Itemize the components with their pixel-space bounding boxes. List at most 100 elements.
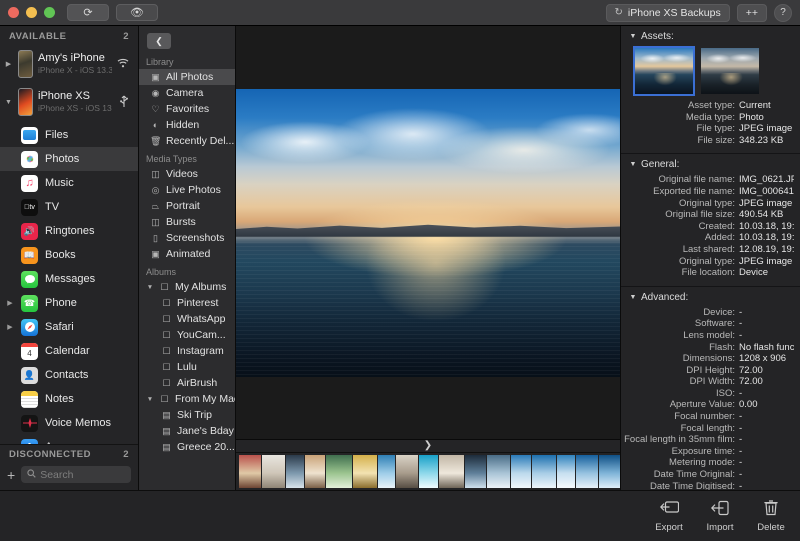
property-row: File size: 348.23 KB [621, 135, 794, 147]
asset-thumbnail-current[interactable] [635, 48, 693, 94]
sidebar-item-contacts[interactable]: 👤 Contacts [0, 363, 138, 387]
disclosure-triangle[interactable]: ▼ [146, 396, 154, 403]
album-item-all-photos[interactable]: ▣ All Photos [139, 69, 235, 85]
disclosure-triangle[interactable]: ▼ [629, 161, 637, 168]
help-button[interactable]: ? [774, 4, 792, 22]
sidebar-item-apps[interactable]: A Apps [0, 435, 138, 444]
album-item-ski-trip[interactable]: ▤ Ski Trip [139, 407, 235, 423]
album-group-title: Library [139, 52, 235, 69]
disclosure-triangle[interactable]: ▶ [6, 323, 14, 331]
thumbnail-item[interactable] [353, 455, 377, 488]
close-window-button[interactable] [8, 7, 19, 18]
thumbnail-item[interactable] [487, 455, 510, 488]
thumbnail-item[interactable] [599, 455, 620, 488]
album-item-label: Lulu [177, 361, 197, 373]
album-item-instagram[interactable]: ☐ Instagram [139, 343, 235, 359]
thumbnail-item[interactable] [378, 455, 395, 488]
album-item-animated[interactable]: ▣ Animated [139, 246, 235, 262]
thumbnail-item[interactable] [419, 455, 438, 488]
device-list: ▶ Amy's iPhone iPhone X - iOS 13.3.1 ▼ i… [0, 45, 138, 444]
export-button[interactable]: Export [652, 500, 686, 533]
info-panel: ▼ Assets: [620, 26, 800, 490]
refresh-icon[interactable]: ⟳ [67, 4, 109, 21]
thumbnail-item[interactable] [239, 455, 261, 488]
thumbnail-item[interactable] [396, 455, 418, 488]
back-button[interactable]: ❮ [147, 33, 171, 49]
album-item-my-albums[interactable]: ▼ ☐ My Albums [139, 279, 235, 295]
album-item-janes-bday[interactable]: ▤ Jane's Bday [139, 423, 235, 439]
sidebar-item-phone[interactable]: ▶ ☎ Phone [0, 291, 138, 315]
thumbnail-item[interactable] [557, 455, 575, 488]
thumbnail-item[interactable] [532, 455, 556, 488]
disclosure-triangle[interactable]: ▶ [4, 60, 13, 68]
album-item-bursts[interactable]: ◫ Bursts [139, 214, 235, 230]
sidebar-item-notes[interactable]: Notes [0, 387, 138, 411]
album-item-lulu[interactable]: ☐ Lulu [139, 359, 235, 375]
minimize-window-button[interactable] [26, 7, 37, 18]
album-item-greece[interactable]: ▤ Greece 20... [139, 439, 235, 455]
disclosure-triangle[interactable]: ▼ [4, 99, 13, 106]
sidebar-item-messages[interactable]: Messages [0, 267, 138, 291]
backups-button[interactable]: ↻ iPhone XS Backups [606, 4, 730, 22]
album-item-live-photos[interactable]: ◎ Live Photos [139, 182, 235, 198]
animated-icon: ▣ [150, 249, 161, 260]
thumbnail-item[interactable] [326, 455, 352, 488]
property-key: Added: [621, 232, 739, 244]
disclosure-triangle[interactable]: ▼ [146, 284, 154, 291]
property-value: 12.08.19, 19:31 [739, 244, 794, 256]
album-item-hidden[interactable]: ◐ Hidden [139, 117, 235, 133]
thumbnail-strip[interactable] [236, 452, 620, 490]
add-button[interactable]: ++ [737, 4, 767, 22]
sidebar-item-books[interactable]: 📖 Books [0, 243, 138, 267]
search-input[interactable]: Search [21, 466, 131, 483]
sidebar-item-files[interactable]: Files [0, 123, 138, 147]
album-item-whatsapp[interactable]: ☐ WhatsApp [139, 311, 235, 327]
thumbnail-item[interactable] [262, 455, 285, 488]
export-label: Export [655, 522, 682, 533]
window-controls[interactable] [8, 7, 55, 18]
sidebar-item-tv[interactable]: tv TV [0, 195, 138, 219]
chevron-down-icon[interactable]: ❯ [424, 442, 432, 450]
eye-icon[interactable]: 👁 [116, 4, 158, 21]
add-device-button[interactable]: + [7, 469, 15, 481]
thumbnail-item[interactable] [511, 455, 531, 488]
maximize-window-button[interactable] [44, 7, 55, 18]
sidebar-item-photos[interactable]: Photos [0, 147, 138, 171]
album-item-from-my-mac[interactable]: ▼ ☐ From My Mac [139, 391, 235, 407]
thumbnail-item[interactable] [286, 455, 304, 488]
album-item-camera[interactable]: ◉ Camera [139, 85, 235, 101]
sidebar-item-ringtones[interactable]: 🔊 Ringtones [0, 219, 138, 243]
album-item-videos[interactable]: ◫ Videos [139, 166, 235, 182]
album-item-youcam[interactable]: ☐ YouCam... [139, 327, 235, 343]
disclosure-triangle[interactable]: ▼ [629, 33, 637, 40]
sidebar-item-voice-memos[interactable]: Voice Memos [0, 411, 138, 435]
album-item-pinterest[interactable]: ☐ Pinterest [139, 295, 235, 311]
album-item-recently-deleted[interactable]: 🗑 Recently Del... [139, 133, 235, 149]
general-section-header[interactable]: ▼ General: [621, 154, 800, 174]
device-amys-iphone[interactable]: ▶ Amy's iPhone iPhone X - iOS 13.3.1 [0, 45, 138, 83]
property-value: No flash function [739, 342, 794, 354]
device-iphone-xs[interactable]: ▼ iPhone XS iPhone XS - iOS 13 [0, 83, 138, 121]
assets-title: Assets: [641, 31, 674, 42]
sidebar-item-safari[interactable]: ▶ Safari [0, 315, 138, 339]
album-item-favorites[interactable]: ♡ Favorites [139, 101, 235, 117]
thumbnail-item[interactable] [439, 455, 464, 488]
sidebar-item-calendar[interactable]: 4 Calendar [0, 339, 138, 363]
album-item-portrait[interactable]: ⏢ Portrait [139, 198, 235, 214]
disclosure-triangle[interactable]: ▼ [629, 294, 637, 301]
import-button[interactable]: Import [703, 500, 737, 533]
delete-button[interactable]: Delete [754, 499, 788, 533]
sidebar-item-music[interactable]: ♫ Music [0, 171, 138, 195]
assets-section-header[interactable]: ▼ Assets: [621, 26, 800, 46]
disclosure-triangle[interactable]: ▶ [6, 299, 14, 307]
photo-canvas[interactable] [236, 26, 620, 440]
album-item-airbrush[interactable]: ☐ AirBrush [139, 375, 235, 391]
thumbnail-item[interactable] [576, 455, 598, 488]
property-value: 10.03.18, 19:45 [739, 232, 794, 244]
strip-collapse-row[interactable]: ❯ [236, 440, 620, 452]
advanced-section-header[interactable]: ▼ Advanced: [621, 287, 800, 307]
thumbnail-item[interactable] [305, 455, 325, 488]
album-item-screenshots[interactable]: ▯ Screenshots [139, 230, 235, 246]
thumbnail-item[interactable] [465, 455, 486, 488]
asset-thumbnail-original[interactable] [701, 48, 759, 94]
